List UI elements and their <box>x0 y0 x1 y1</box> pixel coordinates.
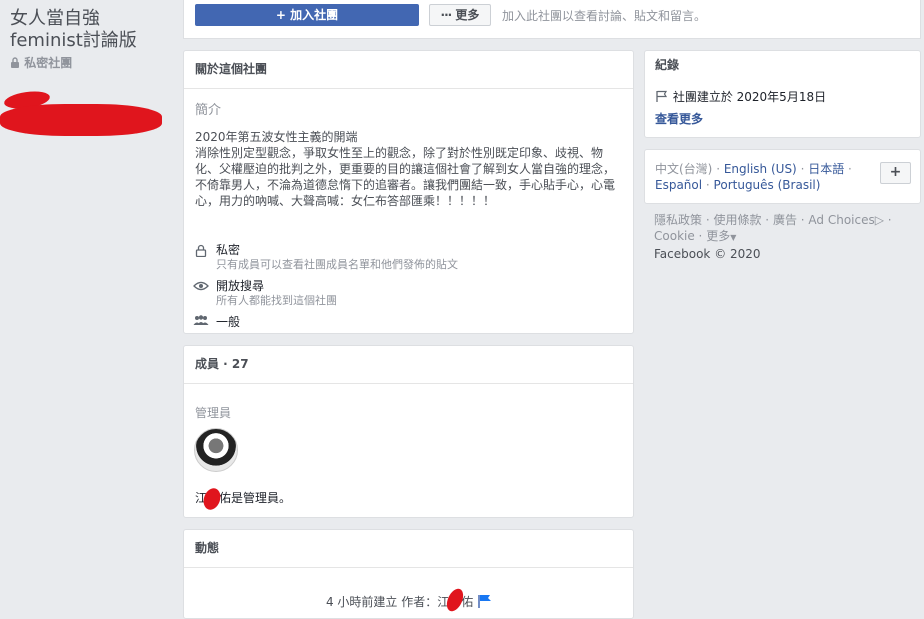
log-created-text: 社團建立於 2020年5月18日 <box>672 90 827 104</box>
about-item-subtitle: 只有成員可以查看社團成員名單和他們發佈的貼文 <box>216 258 458 271</box>
language-link[interactable]: Español <box>655 178 702 192</box>
more-button-label: 更多 <box>455 8 480 22</box>
join-bar: + 加入社團 ··· 更多 加入此社團以查看討論、貼文和留言。 <box>183 0 921 39</box>
ad-choices-label: Ad Choices <box>808 213 875 227</box>
join-hint: 加入此社團以查看討論、貼文和留言。 <box>502 9 707 23</box>
members-card: 成員 · 27 管理員 江 佑是管理員。 <box>183 345 634 518</box>
group-description: 2020年第五波女性主義的開端 消除性別定型觀念，爭取女性至上的觀念，除了對於性… <box>195 130 616 208</box>
group-title: 女人當自強 feminist討論版 <box>10 8 137 52</box>
language-current: 中文(台灣) <box>655 162 713 176</box>
log-created: 社團建立於 2020年5月18日 <box>655 88 826 105</box>
footer-link-cookie[interactable]: Cookie <box>654 229 695 243</box>
language-list: 中文(台灣) · English (US) · 日本語 · Español · … <box>655 162 852 192</box>
language-link[interactable]: English (US) <box>724 162 797 176</box>
about-item-subtitle: 所有人都能找到這個社團 <box>216 294 337 307</box>
redaction-mark <box>0 104 162 136</box>
language-card: 中文(台灣) · English (US) · 日本語 · Español · … <box>644 149 921 204</box>
footer-link-privacy[interactable]: 隱私政策 <box>654 213 702 227</box>
group-icon <box>193 315 209 325</box>
more-dots-icon: ··· <box>440 8 453 22</box>
log-header: 紀錄 <box>655 58 680 72</box>
about-card: 關於這個社團 簡介 2020年第五波女性主義的開端 消除性別定型觀念，爭取女性至… <box>183 50 634 334</box>
add-language-button[interactable]: + <box>880 162 911 184</box>
ad-choices-icon: ▷ <box>874 213 884 227</box>
footer-link-terms[interactable]: 使用條款 <box>713 213 761 227</box>
lock-icon <box>11 57 19 68</box>
log-card: 紀錄 社團建立於 2020年5月18日 查看更多 <box>644 50 921 138</box>
activity-entry: 4 小時前建立 作者：江 佑 <box>184 593 635 610</box>
join-group-button[interactable]: + 加入社團 <box>195 4 419 26</box>
more-button[interactable]: ··· 更多 <box>429 4 491 26</box>
eye-icon <box>193 281 209 291</box>
group-title-line1: 女人當自強 <box>10 8 100 29</box>
privacy-badge-label: 私密社團 <box>24 56 73 70</box>
language-link[interactable]: 日本語 <box>808 162 844 176</box>
log-see-more-link[interactable]: 查看更多 <box>655 110 703 127</box>
footer-copyright: Facebook © 2020 <box>654 247 761 261</box>
about-item-title: 一般 <box>216 315 241 329</box>
admin-avatar[interactable] <box>194 428 238 472</box>
footer-more-label: 更多 <box>706 229 731 243</box>
footer-link-ads[interactable]: 廣告 <box>773 213 797 227</box>
intro-label: 簡介 <box>195 103 222 118</box>
flag-outline-icon <box>656 90 668 102</box>
language-link[interactable]: Português (Brasil) <box>714 178 821 192</box>
privacy-badge: 私密社團 <box>10 54 72 71</box>
admins-label: 管理員 <box>195 406 232 420</box>
caret-down-icon: ▼ <box>730 233 737 242</box>
group-title-line2: feminist討論版 <box>10 30 137 51</box>
activity-header: 動態 <box>184 530 633 568</box>
members-header[interactable]: 成員 · 27 <box>184 346 633 384</box>
footer-link-ad-choices[interactable]: Ad Choices▷ <box>808 213 884 227</box>
lock-icon <box>195 244 207 257</box>
footer-link-more[interactable]: 更多▼ <box>706 229 736 243</box>
about-header: 關於這個社團 <box>184 51 633 89</box>
footer-links: 隱私政策 · 使用條款 · 廣告 · Ad Choices▷ · Cookie … <box>654 212 916 262</box>
